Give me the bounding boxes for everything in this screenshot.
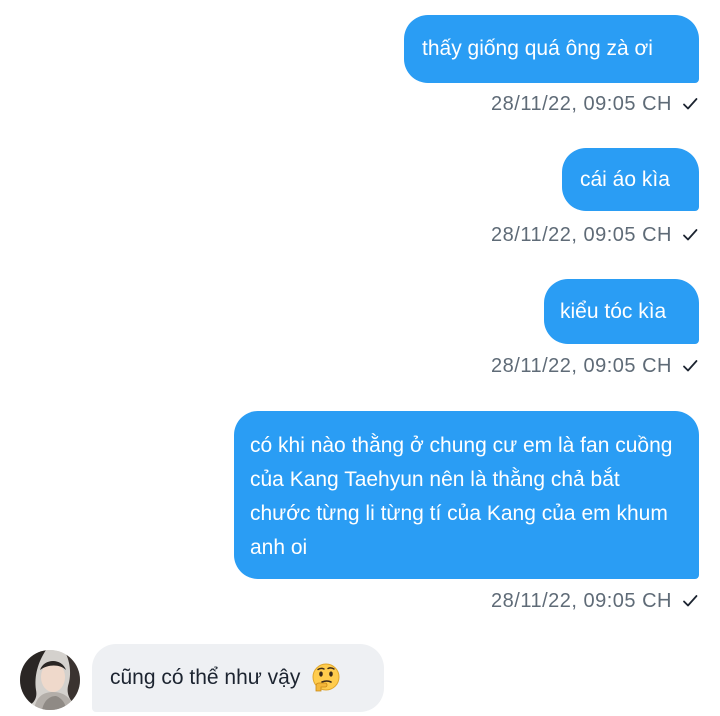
check-icon (683, 98, 698, 110)
avatar-image (20, 650, 80, 710)
message-text: cái áo kìa (580, 167, 670, 191)
timestamp: 28/11/22, 09:05 CH (491, 589, 672, 612)
incoming-message[interactable]: cũng có thể như vậy (92, 644, 384, 712)
message-status: 28/11/22, 09:05 CH (491, 352, 698, 380)
check-icon (683, 360, 698, 372)
check-icon (683, 229, 698, 241)
message-text: cũng có thể như vậy (110, 666, 301, 689)
thinking-face-emoji (312, 663, 340, 692)
message-text: có khi nào thằng ở chung cư em là fan cu… (250, 434, 673, 559)
timestamp: 28/11/22, 09:05 CH (491, 92, 672, 115)
outgoing-message[interactable]: có khi nào thằng ở chung cư em là fan cu… (234, 411, 699, 579)
timestamp: 28/11/22, 09:05 CH (491, 354, 672, 377)
message-status: 28/11/22, 09:05 CH (491, 90, 698, 118)
check-icon (683, 595, 698, 607)
message-text: kiểu tóc kìa (560, 299, 667, 323)
user-avatar[interactable] (20, 650, 80, 710)
message-status: 28/11/22, 09:05 CH (491, 221, 698, 249)
outgoing-message[interactable]: cái áo kìa (562, 148, 699, 211)
timestamp: 28/11/22, 09:05 CH (491, 223, 672, 246)
message-text: thấy giống quá ông zà ơi (422, 37, 653, 60)
outgoing-message[interactable]: thấy giống quá ông zà ơi (404, 15, 699, 83)
message-status: 28/11/22, 09:05 CH (491, 587, 698, 615)
outgoing-message[interactable]: kiểu tóc kìa (544, 279, 699, 344)
